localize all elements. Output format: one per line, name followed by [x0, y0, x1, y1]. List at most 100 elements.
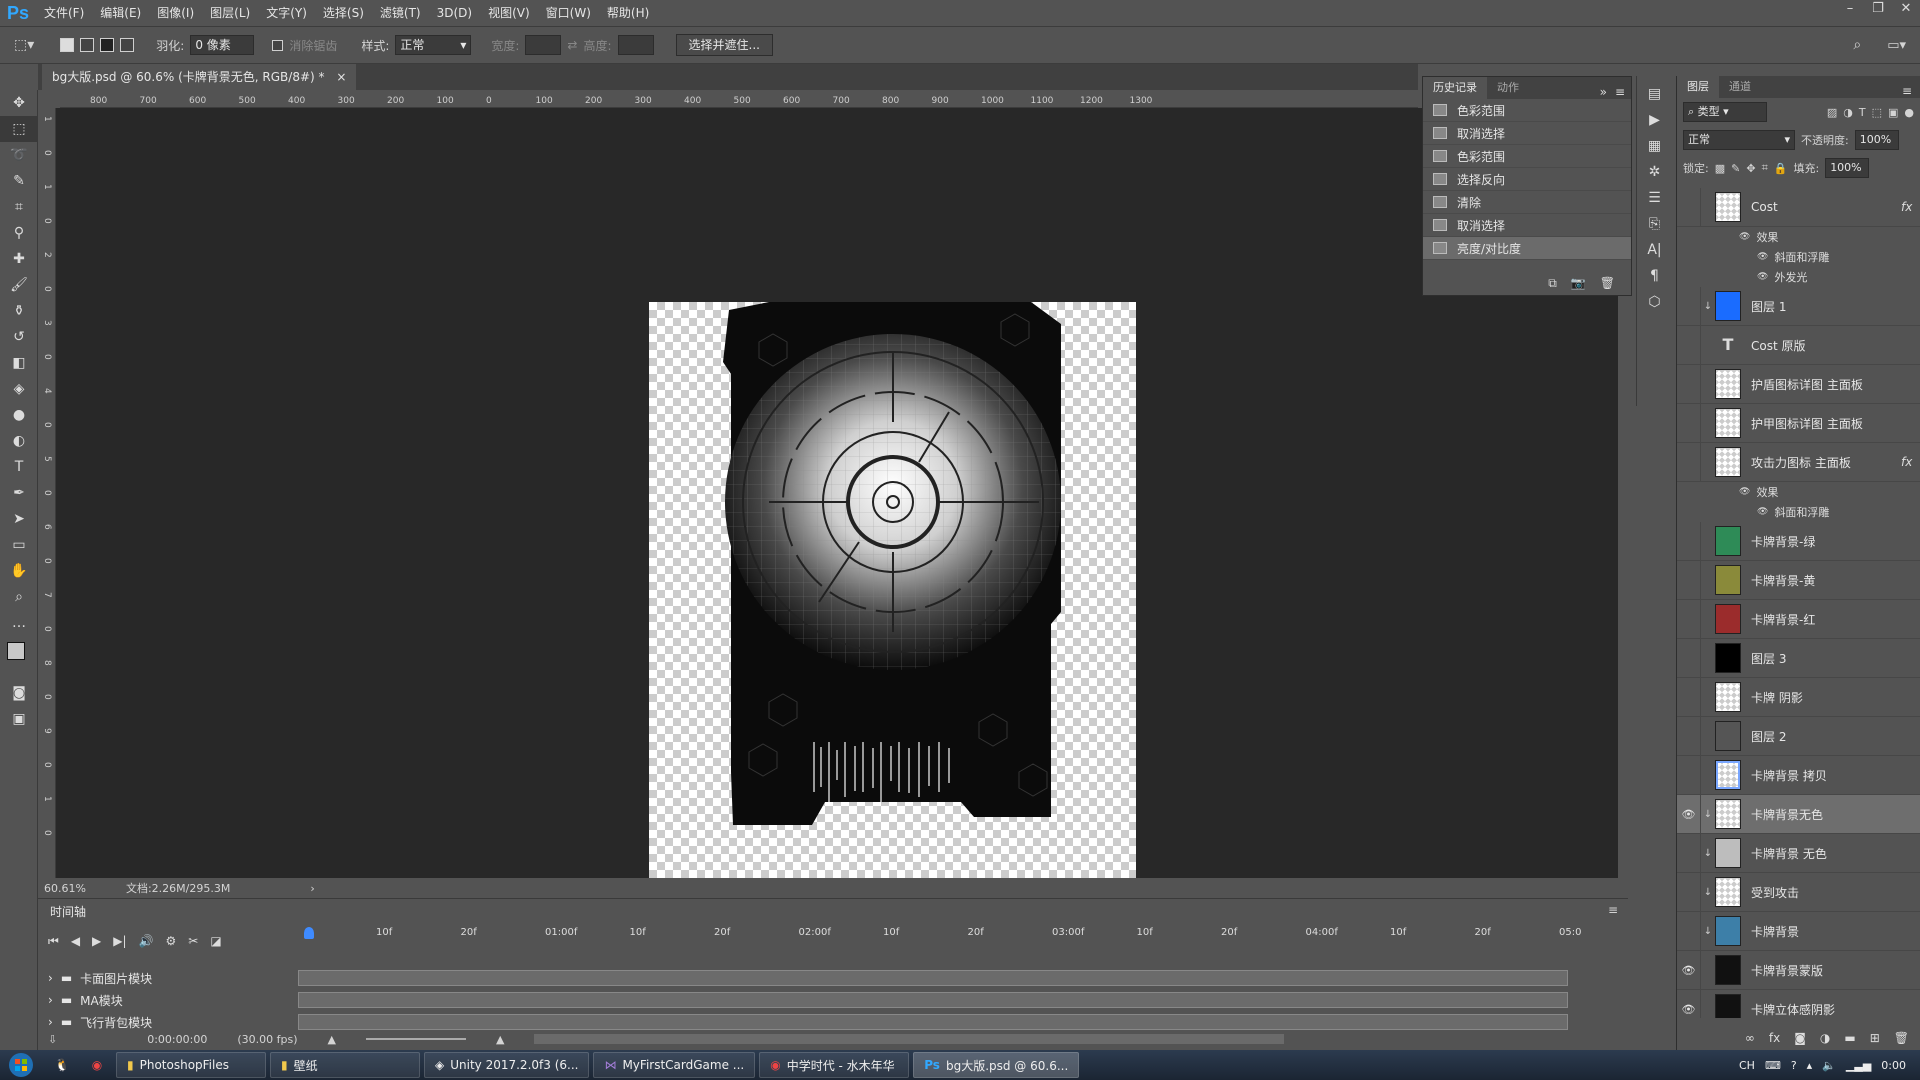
screen-mode-icon[interactable]: ▣: [0, 706, 38, 732]
help-icon[interactable]: ?: [1791, 1059, 1797, 1072]
healing-tool-icon[interactable]: ✚: [0, 246, 38, 272]
height-input[interactable]: [617, 35, 654, 55]
visibility-toggle[interactable]: [1677, 872, 1701, 912]
taskbar-item[interactable]: Ps bg大版.psd @ 60.6...: [913, 1052, 1080, 1078]
eye-icon[interactable]: 👁: [1757, 507, 1768, 517]
layer-row[interactable]: 护盾图标详图 主面板: [1677, 364, 1920, 404]
visibility-toggle[interactable]: [1677, 716, 1701, 756]
track-bar[interactable]: [298, 992, 1568, 1008]
type-tool-icon[interactable]: T: [0, 454, 38, 480]
eye-icon[interactable]: 👁: [1757, 272, 1768, 282]
stamp-tool-icon[interactable]: ⚱: [0, 298, 38, 324]
keyboard-icon[interactable]: ⌨: [1765, 1059, 1781, 1072]
document-canvas[interactable]: [649, 302, 1136, 902]
quick-select-tool-icon[interactable]: ✎: [0, 168, 38, 194]
visibility-toggle[interactable]: [1677, 755, 1701, 795]
eye-icon[interactable]: 👁: [1739, 487, 1750, 497]
feather-input[interactable]: 0 像素: [190, 35, 255, 55]
history-item[interactable]: 选择反向: [1423, 168, 1631, 191]
menu-type[interactable]: 文字(Y): [258, 0, 315, 26]
eraser-tool-icon[interactable]: ◧: [0, 350, 38, 376]
layer-row[interactable]: 👁 卡牌背景蒙版: [1677, 950, 1920, 990]
dodge-tool-icon[interactable]: ◐: [0, 428, 38, 454]
visibility-toggle[interactable]: 👁: [1677, 989, 1701, 1018]
quick-mask-icon[interactable]: ◙: [0, 680, 38, 706]
crop-tool-icon[interactable]: ⌗: [0, 194, 38, 220]
more-tools-icon[interactable]: …: [0, 610, 38, 636]
marquee-tool-preset-icon[interactable]: ⬚▾: [14, 37, 34, 53]
lock-transparent-icon[interactable]: ▩: [1715, 162, 1725, 175]
lock-position-icon[interactable]: ✥: [1746, 162, 1755, 175]
render-video-icon[interactable]: ⇩: [48, 1033, 57, 1046]
zoom-in-icon[interactable]: ▲: [496, 1033, 504, 1046]
taskbar-item[interactable]: ▮ 壁纸: [270, 1052, 420, 1078]
close-tab-icon[interactable]: ×: [336, 70, 346, 84]
add-mask-icon[interactable]: ◙: [1794, 1031, 1806, 1045]
history-item[interactable]: 取消选择: [1423, 214, 1631, 237]
minimize-icon[interactable]: –: [1836, 0, 1864, 20]
layer-row[interactable]: ↓ 卡牌背景 无色: [1677, 833, 1920, 873]
menu-file[interactable]: 文件(F): [36, 0, 92, 26]
layer-row[interactable]: 卡牌背景-绿: [1677, 521, 1920, 561]
visibility-toggle[interactable]: [1677, 911, 1701, 951]
filter-adjust-icon[interactable]: ◑: [1843, 106, 1853, 119]
restore-icon[interactable]: ❐: [1864, 0, 1892, 20]
eye-icon[interactable]: 👁: [1739, 232, 1750, 242]
zoom-tool-icon[interactable]: ⌕: [0, 584, 38, 610]
new-selection-icon[interactable]: [60, 38, 75, 52]
new-layer-icon[interactable]: ⊞: [1870, 1031, 1880, 1045]
taskbar-item[interactable]: ◉ 中学时代 - 水木年华: [759, 1052, 910, 1078]
link-layers-icon[interactable]: ∞: [1745, 1031, 1755, 1045]
prev-frame-icon[interactable]: ◀: [71, 934, 80, 948]
timeline-zoom-slider[interactable]: [365, 1038, 466, 1040]
visibility-toggle[interactable]: [1677, 638, 1701, 678]
visibility-toggle[interactable]: [1677, 833, 1701, 873]
tab-channels[interactable]: 通道: [1719, 76, 1761, 98]
layer-row[interactable]: 👁 卡牌立体感阴影: [1677, 989, 1920, 1018]
history-item[interactable]: 色彩范围: [1423, 145, 1631, 168]
layer-effect-row[interactable]: 👁 斜面和浮雕: [1677, 247, 1920, 267]
blur-tool-icon[interactable]: ●: [0, 402, 38, 428]
menu-edit[interactable]: 编辑(E): [92, 0, 149, 26]
panel-menu-icon[interactable]: ≡: [1902, 84, 1920, 98]
start-button[interactable]: [0, 1050, 42, 1080]
add-style-fx-icon[interactable]: fx: [1769, 1031, 1780, 1045]
layer-row[interactable]: ↓ 图层 1: [1677, 286, 1920, 326]
filter-type-icon[interactable]: T: [1859, 106, 1866, 119]
clock[interactable]: 0:00: [1881, 1059, 1906, 1072]
tray-expand-icon[interactable]: ▴: [1807, 1059, 1813, 1072]
visibility-toggle[interactable]: [1677, 521, 1701, 561]
blend-mode-select[interactable]: 正常 ▾: [1683, 130, 1795, 150]
visibility-toggle[interactable]: [1677, 403, 1701, 443]
menu-window[interactable]: 窗口(W): [538, 0, 599, 26]
settings-gear-icon[interactable]: ⚙: [166, 934, 177, 948]
lock-all-icon[interactable]: 🔒: [1774, 162, 1788, 175]
intersect-selection-icon[interactable]: [120, 38, 135, 52]
timeline-ruler[interactable]: 10f 20f 01:00f 10f 20f 02:00f 10f 20f 03:00f 10f 2…: [308, 925, 1628, 947]
close-icon[interactable]: ✕: [1892, 0, 1920, 20]
antialias-checkbox[interactable]: [272, 39, 284, 51]
taskbar-item[interactable]: ◈ Unity 2017.2.0f3 (6...: [424, 1052, 590, 1078]
shape-tool-icon[interactable]: ▭: [0, 532, 38, 558]
new-group-icon[interactable]: ▬: [1844, 1031, 1855, 1045]
expand-chevron-icon[interactable]: ›: [48, 1015, 53, 1029]
layer-row[interactable]: 卡牌背景 拷贝: [1677, 755, 1920, 795]
layer-row[interactable]: 护甲图标详图 主面板: [1677, 403, 1920, 443]
track-bar[interactable]: [298, 1014, 1568, 1030]
layer-row[interactable]: 👁 ↓ 卡牌背景无色: [1677, 794, 1920, 834]
snapshot-camera-icon[interactable]: 📷: [1571, 276, 1586, 290]
eye-icon[interactable]: 👁: [1757, 252, 1768, 262]
adjustments-icon[interactable]: ☰: [1648, 190, 1661, 206]
taskbar-item[interactable]: ▮ PhotoshopFiles: [116, 1052, 266, 1078]
menu-filter[interactable]: 滤镜(T): [372, 0, 429, 26]
layer-row[interactable]: 攻击力图标 主面板 fx: [1677, 442, 1920, 482]
color-swatches[interactable]: [0, 636, 38, 680]
width-input[interactable]: [525, 35, 562, 55]
volume-icon[interactable]: 🔈: [1822, 1059, 1836, 1072]
layer-row[interactable]: 卡牌背景-黄: [1677, 560, 1920, 600]
tab-actions[interactable]: 动作: [1487, 77, 1529, 99]
first-frame-icon[interactable]: ⏮: [48, 934, 59, 949]
search-icon[interactable]: ⌕: [1853, 37, 1861, 53]
audio-icon[interactable]: 🔊: [139, 934, 154, 948]
filter-smart-icon[interactable]: ▣: [1888, 106, 1898, 119]
